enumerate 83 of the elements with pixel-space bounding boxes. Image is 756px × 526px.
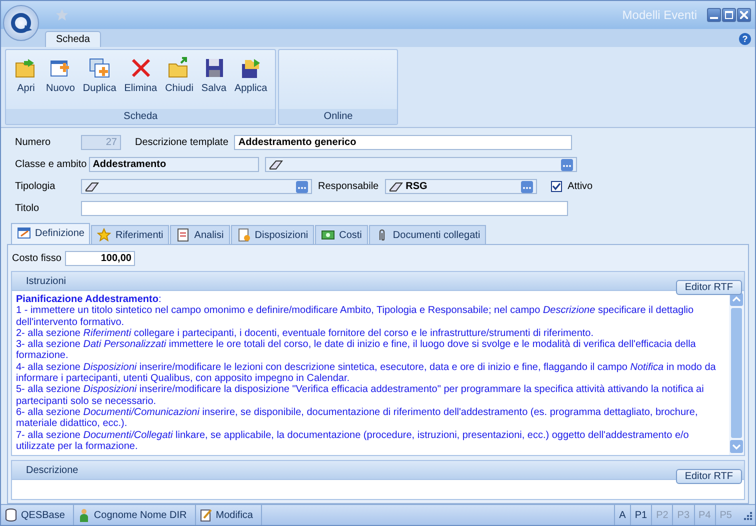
resize-grip-icon[interactable] bbox=[742, 510, 752, 520]
toolbar-button[interactable]: Applica bbox=[230, 52, 272, 107]
instruction-paragraph: 4- alla sezione Disposizioni inserire/modificare le lezioni con descrizione sintetica, esecutore, data e ore di inizio e fine, flaggando il campo Notifica in modo da informare i partecipanti, utenti Qualibus, con apposito impegno in Calendar. bbox=[16, 362, 717, 384]
maximize-button[interactable] bbox=[722, 8, 736, 22]
tab[interactable]: Disposizioni bbox=[230, 225, 314, 244]
field-label: Costo fisso bbox=[12, 252, 62, 264]
scrollbar[interactable] bbox=[729, 291, 744, 456]
instruction-paragraph: 2- alla sezione Riferimenti collegare i partecipanti, i docenti, eventuale fornitore del corso e le infrastrutture/strumenti di riferimento. bbox=[16, 328, 595, 340]
document-icon bbox=[236, 228, 251, 242]
eraser-icon bbox=[85, 180, 99, 192]
status-indicator: P1 bbox=[630, 505, 652, 525]
ellipsis-icon[interactable] bbox=[520, 180, 533, 192]
star-icon[interactable] bbox=[55, 8, 69, 22]
input-field[interactable]: Addestramento bbox=[88, 157, 259, 172]
window-title: Modelli Eventi bbox=[621, 8, 698, 22]
banknote-icon bbox=[321, 228, 336, 242]
instruction-paragraph: 3- alla sezione Dati Personalizzati immettere le ore totali del corso, le date di inizio e fine, il luogo dove si svolge e le modalità di verifica dell'efficacia della formazione. bbox=[16, 339, 697, 362]
panel-title: Descrizione bbox=[26, 464, 78, 476]
ellipsis-icon[interactable] bbox=[560, 158, 573, 170]
input-field[interactable]: Addestramento generico bbox=[234, 135, 572, 150]
rich-text-area[interactable] bbox=[11, 291, 745, 456]
instruction-paragraph: 5- alla sezione Disposizioni inserire/modificare la disposizione "Verifica efficacia addestramento" per programmare la specifica attività attivando la notifica ai partecipanti solo se necessario. bbox=[16, 384, 705, 407]
toolbar-button[interactable]: Salva bbox=[197, 52, 230, 107]
editor-button[interactable]: Editor RTF bbox=[676, 469, 742, 484]
group-title: Scheda bbox=[6, 109, 276, 124]
form-icon bbox=[17, 226, 31, 240]
input-field[interactable] bbox=[81, 201, 568, 216]
field-label: Classe e ambito bbox=[15, 159, 87, 170]
group-title: Online bbox=[279, 109, 398, 124]
status-indicator: P5 bbox=[714, 505, 736, 525]
status-indicator: A bbox=[614, 505, 630, 525]
tab[interactable]: Riferimenti bbox=[91, 225, 170, 244]
input-field[interactable]: 100,00 bbox=[65, 250, 136, 266]
field-label: Tipologia bbox=[15, 181, 56, 192]
lookup-field[interactable]: RSG bbox=[384, 179, 537, 194]
panel-title: Istruzioni bbox=[26, 276, 66, 286]
checkbox-label: Attivo bbox=[568, 181, 593, 192]
field-label: Numero bbox=[15, 137, 52, 148]
toolbar-button[interactable]: Chiudi bbox=[161, 52, 198, 107]
tab[interactable]: Analisi bbox=[170, 225, 230, 244]
instruction-paragraph: 6- alla sezione Documenti/Comunicazioni inserire, se disponibile, documentazione di riferimento dell'addestramento (es. programma dettagliato, brochure, materiale didattico, ecc.). bbox=[16, 406, 699, 430]
toolbar-button[interactable]: Apri bbox=[10, 52, 42, 107]
eraser-icon bbox=[388, 180, 403, 192]
star-icon bbox=[97, 228, 112, 242]
clipboard-icon bbox=[176, 228, 190, 242]
toolbar-button[interactable]: Elimina bbox=[120, 52, 162, 107]
tab[interactable]: Definizione bbox=[11, 223, 90, 244]
ribbon-tab[interactable]: Scheda bbox=[45, 31, 101, 47]
toolbar-button[interactable]: Duplica bbox=[78, 52, 120, 107]
lookup-field[interactable] bbox=[264, 157, 577, 172]
instruction-paragraph: Pianificazione Addestramento: bbox=[16, 294, 162, 306]
user-icon bbox=[78, 508, 90, 522]
instruction-paragraph: 7- alla sezione Documenti/Collegati linkare, se applicabile, la documentazione (procedure, istruzioni, presentazioni, ecc.) oggetto dell'addestramento e/o utilizzate per la formazione. bbox=[16, 430, 690, 452]
status-item: Cognome Nome DIR bbox=[74, 505, 196, 525]
tab[interactable]: Costi bbox=[315, 225, 368, 244]
help-button[interactable]: ? bbox=[739, 33, 751, 45]
status-indicator: P3 bbox=[672, 505, 694, 525]
field-value: RSG bbox=[406, 181, 428, 192]
eraser-icon bbox=[268, 158, 283, 170]
close-icon bbox=[740, 11, 748, 19]
windows-icon bbox=[88, 56, 112, 80]
editor-button[interactable]: Editor RTF bbox=[676, 280, 742, 295]
status-item: Modifica bbox=[196, 505, 262, 525]
database-icon bbox=[5, 508, 17, 522]
checkbox[interactable] bbox=[550, 181, 562, 192]
field-label: Titolo bbox=[15, 203, 40, 214]
instruction-paragraph: 1 - immettere un titolo sintetico nel campo omonimo e definire/modificare Ambito, Tipologia e Responsabile; nel campo Descrizione specificare il dettaglio dell'intervento formativo. bbox=[16, 305, 695, 328]
maximize-icon bbox=[725, 11, 733, 19]
close-button[interactable] bbox=[737, 8, 751, 22]
lookup-field[interactable] bbox=[81, 179, 312, 194]
minimize-button[interactable] bbox=[707, 8, 721, 22]
status-indicator: P4 bbox=[694, 505, 715, 525]
scroll-down-icon[interactable] bbox=[730, 440, 743, 454]
tab[interactable]: Documenti collegati bbox=[368, 225, 486, 244]
pencil-note-icon bbox=[200, 508, 212, 522]
toolbar-button[interactable]: Nuovo bbox=[42, 52, 79, 107]
status-indicator: P2 bbox=[651, 505, 672, 525]
field-label: Descrizione template bbox=[135, 137, 228, 148]
refresh-icon bbox=[8, 10, 34, 36]
app-menu-button[interactable] bbox=[3, 5, 39, 41]
status-item: QESBase bbox=[1, 505, 74, 525]
field-label: Responsabile bbox=[318, 181, 379, 192]
ellipsis-icon[interactable] bbox=[296, 180, 308, 192]
